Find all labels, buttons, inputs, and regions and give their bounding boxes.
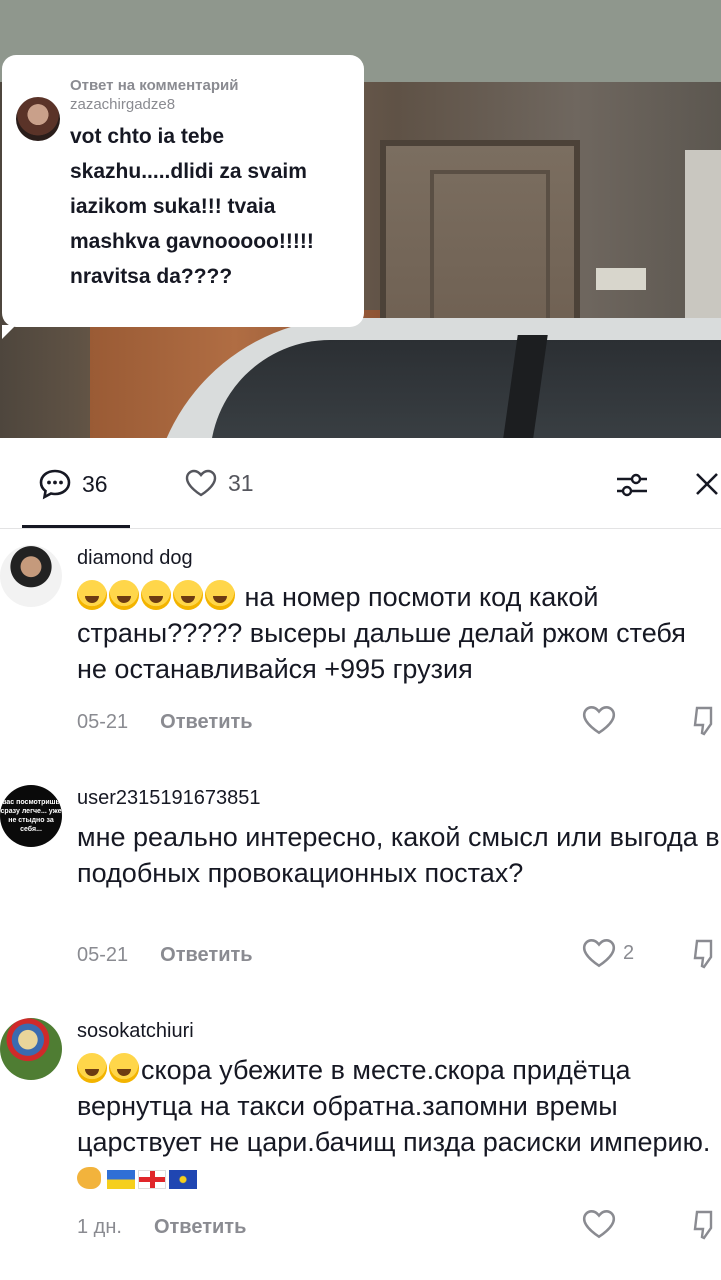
laughing-emoji bbox=[173, 580, 203, 610]
avatar[interactable]: вас посмотришь сразу легче... уже не сты… bbox=[0, 785, 62, 847]
ukraine-flag bbox=[107, 1170, 135, 1189]
grinning-emoji bbox=[77, 1053, 107, 1083]
comment-meta: 05-21 Ответить bbox=[77, 711, 253, 734]
comment-date: 05-21 bbox=[77, 711, 129, 733]
car-window bbox=[210, 340, 721, 438]
emoji-group bbox=[77, 1053, 141, 1085]
dislike-icon[interactable] bbox=[691, 705, 721, 737]
divider bbox=[0, 528, 721, 529]
sweat-smile-emoji bbox=[109, 1053, 139, 1083]
heart-icon bbox=[185, 469, 217, 497]
filter-icon[interactable] bbox=[614, 470, 650, 500]
laughing-emoji bbox=[109, 580, 139, 610]
comment-meta: 1 дн. Ответить bbox=[77, 1216, 246, 1239]
eu-flag bbox=[169, 1170, 197, 1189]
laughing-emoji bbox=[77, 580, 107, 610]
avatar[interactable] bbox=[0, 545, 62, 607]
reply-label: Ответ на комментарий bbox=[70, 77, 239, 94]
reply-button[interactable]: Ответить bbox=[160, 944, 252, 967]
comment-item: sosokatchiuri скора убежите в месте.скор… bbox=[0, 1018, 721, 1258]
comment-like-button[interactable] bbox=[581, 704, 617, 736]
comment-username[interactable]: sosokatchiuri bbox=[77, 1018, 721, 1044]
comment-meta: 05-21 Ответить bbox=[77, 944, 253, 967]
comment-icon bbox=[39, 469, 71, 500]
reply-to-comment-bubble: Ответ на комментарий zazachirgadze8 vot … bbox=[2, 55, 364, 339]
comment-item: вас посмотришь сразу легче... уже не сты… bbox=[0, 785, 721, 985]
comment-text-body: скора убежите в месте.скора придётца вер… bbox=[77, 1055, 711, 1157]
reply-username: zazachirgadze8 bbox=[70, 96, 176, 113]
heart-icon bbox=[582, 939, 616, 968]
comment-username[interactable]: diamond dog bbox=[77, 545, 721, 571]
stats-bar: 36 31 bbox=[0, 438, 721, 530]
comment-text: скора убежите в месте.скора придётца вер… bbox=[77, 1052, 721, 1196]
comment-username[interactable]: user2315191673851 bbox=[77, 785, 721, 811]
comment-text: на номер посмоти код какой страны????? в… bbox=[77, 579, 721, 687]
emoji-group bbox=[77, 580, 237, 612]
laughing-emoji bbox=[205, 580, 235, 610]
flexed-biceps-emoji bbox=[77, 1167, 101, 1189]
comment-like-button[interactable] bbox=[581, 1208, 617, 1240]
comment-like-count: 2 bbox=[623, 941, 635, 964]
laughing-emoji bbox=[141, 580, 171, 610]
reply-avatar bbox=[16, 97, 60, 141]
wall-sign bbox=[596, 268, 646, 290]
comment-item: diamond dog на номер посмоти код какой с… bbox=[0, 545, 721, 755]
likes-count: 31 bbox=[228, 469, 254, 496]
reply-button[interactable]: Ответить bbox=[154, 1216, 246, 1239]
heart-icon bbox=[582, 706, 616, 735]
likes-tab[interactable]: 31 bbox=[184, 468, 254, 498]
reply-text: vot chto ia tebe skazhu.....dlidi za sva… bbox=[70, 125, 314, 288]
comment-text: мне реально интересно, какой смысл или в… bbox=[77, 822, 720, 888]
comments-tab[interactable]: 36 bbox=[38, 468, 108, 500]
reply-button[interactable]: Ответить bbox=[160, 711, 252, 734]
georgia-flag bbox=[138, 1170, 166, 1189]
video-thumbnail[interactable]: Ответ на комментарий zazachirgadze8 vot … bbox=[0, 0, 721, 438]
comment-date: 1 дн. bbox=[77, 1216, 122, 1238]
dislike-icon[interactable] bbox=[691, 938, 721, 970]
avatar[interactable] bbox=[0, 1018, 62, 1080]
comments-count: 36 bbox=[82, 470, 108, 497]
heart-icon bbox=[582, 1210, 616, 1239]
dislike-icon[interactable] bbox=[691, 1209, 721, 1241]
close-icon[interactable] bbox=[693, 470, 721, 498]
comment-date: 05-21 bbox=[77, 944, 129, 966]
comment-like-button[interactable]: 2 bbox=[581, 937, 634, 969]
